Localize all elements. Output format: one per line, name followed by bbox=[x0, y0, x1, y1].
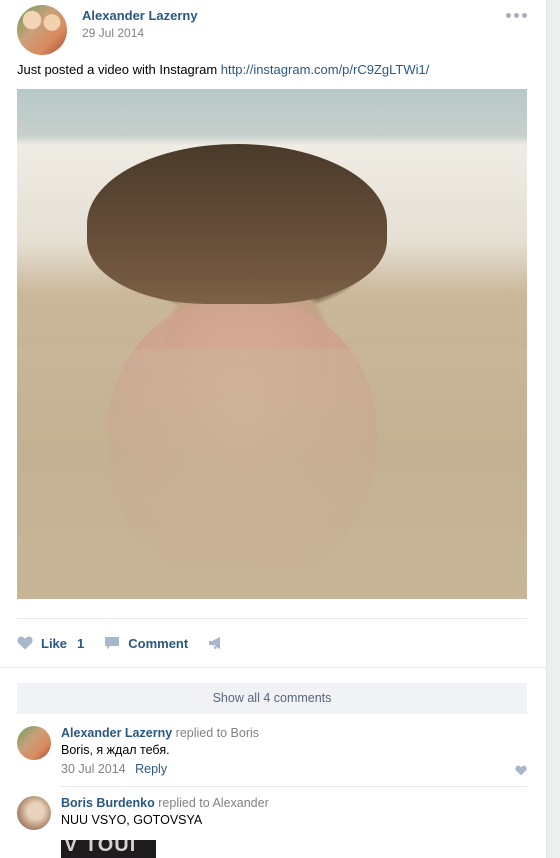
actions-divider bbox=[17, 618, 527, 619]
like-count: 1 bbox=[77, 635, 85, 651]
like-button[interactable]: Like 1 bbox=[17, 636, 84, 651]
comment-avatar[interactable] bbox=[17, 726, 51, 760]
post-link[interactable]: http://instagram.com/p/rC9ZgLTWi1/ bbox=[221, 62, 430, 77]
share-button[interactable] bbox=[208, 636, 232, 650]
comment-button[interactable]: Comment bbox=[104, 636, 188, 651]
author-name[interactable]: Alexander Lazerny bbox=[82, 8, 198, 23]
post-text: Just posted a video with Instagram http:… bbox=[17, 62, 429, 77]
comment-author[interactable]: Alexander Lazerny bbox=[61, 726, 172, 740]
comment-attachment-thumbnail[interactable]: V TOUI bbox=[61, 840, 156, 858]
more-options-icon[interactable] bbox=[506, 13, 530, 19]
comment-header: Alexander Lazerny replied to Boris bbox=[61, 726, 259, 740]
comment-label: Comment bbox=[128, 635, 189, 651]
comment-like-button[interactable] bbox=[515, 764, 527, 779]
photo-hair bbox=[87, 144, 387, 304]
comment-author[interactable]: Boris Burdenko bbox=[61, 796, 155, 810]
megaphone-icon bbox=[209, 637, 221, 649]
attachment-text: V TOUI bbox=[64, 840, 137, 856]
comments-divider bbox=[0, 667, 546, 668]
comment-avatar[interactable] bbox=[17, 796, 51, 830]
comment-text: NUU VSYO, GOTOVSYA bbox=[61, 813, 203, 827]
comment-date[interactable]: 30 Jul 2014 bbox=[61, 762, 126, 776]
post-card: Alexander Lazerny 29 Jul 2014 Just poste… bbox=[0, 0, 547, 858]
reply-button[interactable]: Reply bbox=[135, 762, 167, 776]
post-actions: Like 1 Comment bbox=[17, 633, 252, 653]
comment-icon bbox=[105, 636, 120, 649]
post-date[interactable]: 29 Jul 2014 bbox=[82, 26, 144, 40]
post-text-body: Just posted a video with Instagram bbox=[17, 62, 218, 77]
comment-item: Alexander Lazerny replied to Boris Boris… bbox=[17, 726, 527, 776]
heart-icon bbox=[515, 765, 527, 776]
author-avatar[interactable] bbox=[17, 5, 67, 55]
comment-replied-to[interactable]: replied to Alexander bbox=[158, 796, 269, 810]
like-label: Like bbox=[41, 635, 68, 651]
comment-meta: 30 Jul 2014 Reply bbox=[61, 762, 167, 776]
comment-replied-to[interactable]: replied to Boris bbox=[176, 726, 259, 740]
post-photo[interactable] bbox=[17, 89, 527, 599]
show-all-comments-button[interactable]: Show all 4 comments bbox=[17, 683, 527, 714]
heart-icon bbox=[17, 636, 33, 650]
comment-text: Boris, я ждал тебя. bbox=[61, 743, 170, 757]
photo-water bbox=[17, 349, 527, 599]
comment-header: Boris Burdenko replied to Alexander bbox=[61, 796, 269, 810]
comment-divider bbox=[61, 786, 527, 787]
